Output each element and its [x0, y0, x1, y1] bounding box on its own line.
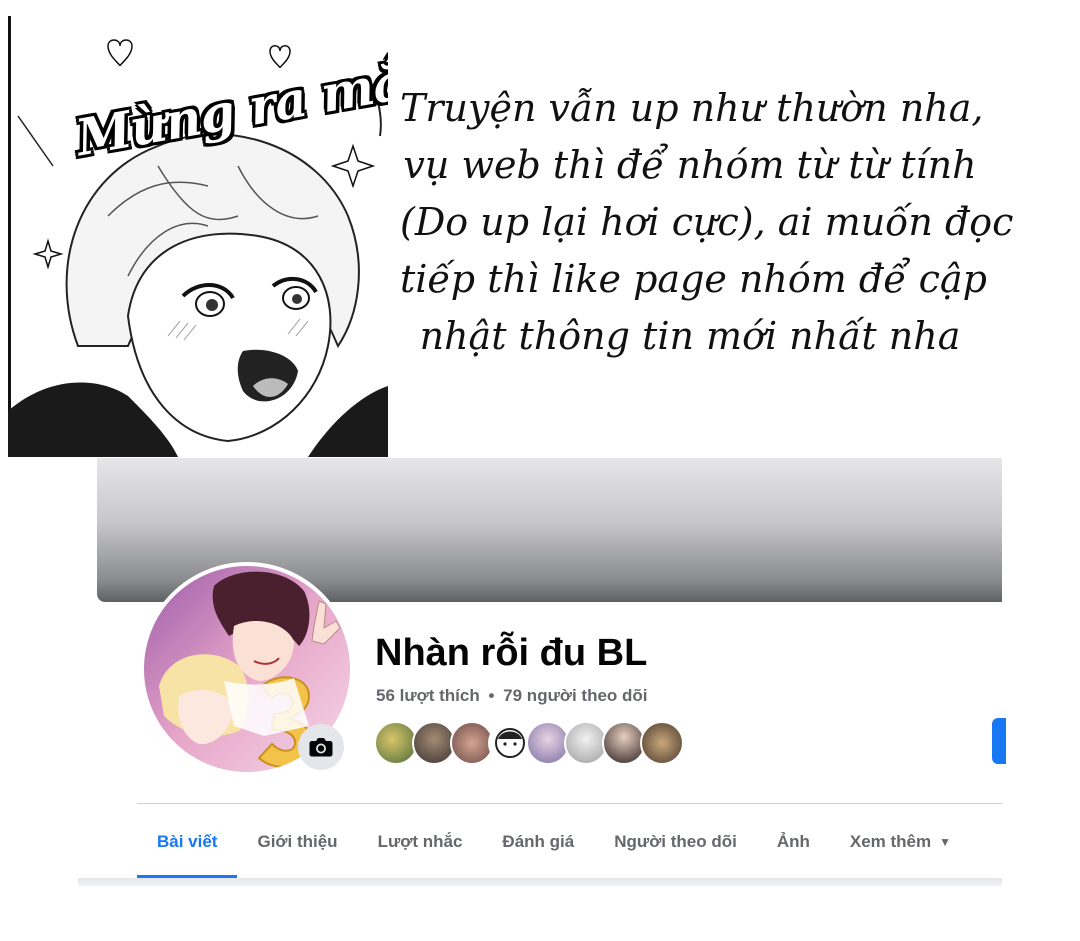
note-line: tiếp thì like page nhóm để cập: [400, 257, 987, 301]
stats-separator: •: [488, 686, 495, 705]
tab-mentions[interactable]: Lượt nhắc: [358, 806, 483, 878]
tab-followers[interactable]: Người theo dõi: [594, 806, 757, 878]
avatar-sketch-icon: [495, 728, 525, 758]
camera-icon: [309, 738, 333, 757]
header-divider: [137, 803, 1002, 804]
note-line: nhật thông tin mới nhất nha: [419, 314, 961, 358]
tab-reviews[interactable]: Đánh giá: [482, 806, 594, 878]
tab-about[interactable]: Giới thiệu: [237, 806, 357, 878]
caret-down-icon: ▼: [939, 835, 952, 849]
primary-action-button[interactable]: [992, 718, 1006, 764]
tab-posts[interactable]: Bài viết: [137, 806, 238, 878]
note-line: (Do up lại hơi cực), ai muốn đọc: [400, 200, 1014, 244]
likes-count[interactable]: 56 lượt thích: [376, 686, 480, 705]
follower-avatars: [374, 721, 684, 765]
page-stats: 56 lượt thích • 79 người theo dõi: [376, 686, 648, 706]
content-separator: [78, 878, 1002, 886]
tab-photos[interactable]: Ảnh: [757, 806, 830, 878]
followers-count[interactable]: 79 người theo dõi: [503, 686, 647, 705]
note-line: Truyện vẫn up như thườn nha,: [400, 86, 984, 130]
camera-button[interactable]: [298, 724, 344, 770]
manga-panel: Mừng ra mắt: [8, 16, 388, 457]
tab-more[interactable]: Xem thêm ▼: [830, 806, 971, 878]
page-title: Nhàn rỗi đu BL: [375, 632, 648, 674]
announcement-note: Truyện vẫn up như thườn nha, vụ web thì …: [400, 80, 1014, 365]
note-line: vụ web thì để nhóm từ từ tính: [403, 143, 977, 187]
page-tabs: Bài viết Giới thiệu Lượt nhắc Đánh giá N…: [137, 806, 1002, 878]
avatar[interactable]: [640, 721, 684, 765]
